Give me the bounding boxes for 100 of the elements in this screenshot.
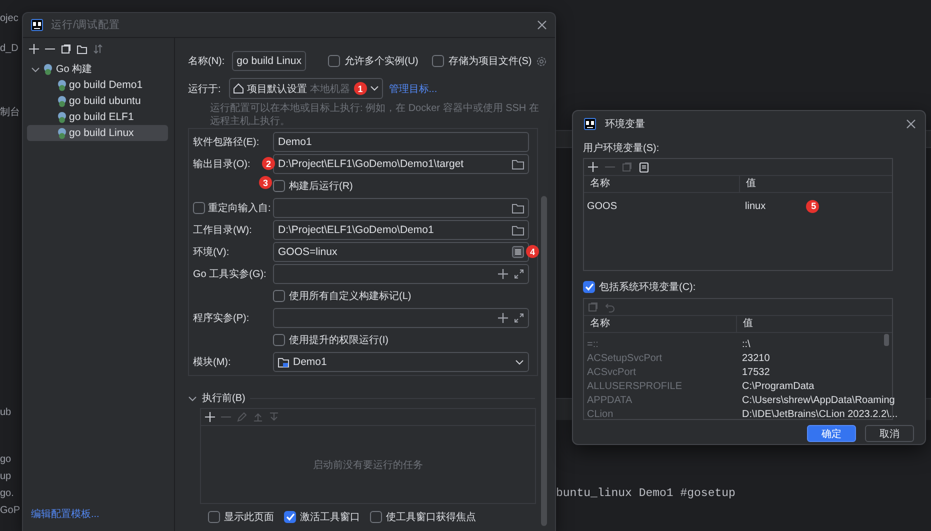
- folder-icon[interactable]: [512, 224, 524, 236]
- manage-targets-link[interactable]: 管理目标...: [388, 82, 438, 96]
- add-icon[interactable]: [498, 313, 508, 323]
- console-line: buntu_linux Demo1 #gosetup: [556, 487, 736, 500]
- text-field[interactable]: Demo1: [273, 132, 529, 152]
- checkbox[interactable]: [273, 180, 285, 192]
- add-icon[interactable]: [29, 44, 39, 54]
- tree-item[interactable]: go build Linux: [27, 125, 168, 141]
- field-label: 环境(V):: [193, 246, 230, 259]
- ok-button[interactable]: 确定: [807, 425, 856, 442]
- table-cell-text: ALLUSERSPROFILE: [586, 380, 684, 392]
- field-value: Demo1: [278, 136, 313, 148]
- close-icon[interactable]: [537, 20, 547, 30]
- chevron-down-icon[interactable]: [188, 394, 197, 402]
- file-name-fragment: go: [0, 453, 12, 467]
- environment-field[interactable]: GOOS=linux: [273, 242, 529, 262]
- checkbox-label: 存储为项目文件(S): [448, 54, 532, 68]
- folder-icon[interactable]: [512, 202, 524, 214]
- checkbox-label: 使用所有自定义构建标记(L): [289, 290, 412, 303]
- config-icon: [57, 95, 67, 107]
- add-icon[interactable]: [205, 412, 215, 422]
- checkbox-label: 包括系统环境变量(C):: [599, 280, 696, 294]
- expand-icon[interactable]: [514, 313, 524, 323]
- column-header[interactable]: 名称: [584, 316, 736, 332]
- checkbox[interactable]: [208, 511, 220, 523]
- add-icon[interactable]: [498, 269, 508, 279]
- config-icon: [57, 111, 67, 123]
- checkbox[interactable]: [273, 290, 285, 302]
- field-label: 程序实参(P):: [193, 312, 250, 325]
- arguments-field[interactable]: [273, 264, 529, 284]
- gear-icon[interactable]: [536, 56, 547, 66]
- empty-message: 启动前没有要运行的任务: [313, 458, 423, 472]
- file-name-fragment: ub: [0, 406, 12, 420]
- table-cell-text: GOOS: [586, 200, 618, 212]
- module-icon: [278, 356, 289, 368]
- tree-item[interactable]: go build ubuntu: [27, 93, 168, 109]
- list-icon[interactable]: [512, 246, 524, 258]
- checkbox[interactable]: [583, 281, 595, 293]
- column-header[interactable]: 名称: [584, 176, 739, 192]
- folder-icon[interactable]: [512, 158, 524, 170]
- section-label: 用户环境变量(S):: [583, 142, 660, 155]
- home-icon: [232, 83, 244, 94]
- step-badge: 4: [526, 245, 539, 258]
- tree-group[interactable]: Go 构建: [27, 61, 168, 77]
- file-name-fragment: GoP: [0, 504, 22, 518]
- caret-icon: [515, 358, 524, 366]
- arguments-field[interactable]: [273, 308, 529, 328]
- checkbox[interactable]: [284, 511, 296, 523]
- file-name-fragment: up: [0, 470, 12, 484]
- edit-templates-link[interactable]: 编辑配置模板...: [27, 507, 168, 521]
- folder-icon[interactable]: [77, 44, 87, 54]
- window-title: 运行/调试配置: [51, 18, 120, 32]
- field-label: Go 工具实参(G):: [193, 268, 266, 281]
- file-name-fragment: 制台: [0, 106, 21, 120]
- config-icon: [43, 63, 53, 75]
- edit-icon[interactable]: [237, 412, 247, 422]
- path-field[interactable]: D:\Project\ELF1\GoDemo\Demo1\target: [273, 154, 529, 174]
- checkbox-label: 重定向输入自:: [208, 202, 271, 215]
- expand-icon[interactable]: [514, 269, 524, 279]
- scrollbar[interactable]: [541, 196, 547, 526]
- dropdown-value: 项目默认设置: [246, 82, 307, 96]
- field-value: D:\Project\ELF1\GoDemo\Demo1\target: [278, 158, 465, 170]
- checkbox[interactable]: [328, 55, 340, 67]
- checkbox[interactable]: [432, 55, 444, 67]
- path-field[interactable]: [273, 198, 529, 218]
- file-name-fragment: d_D: [0, 42, 20, 56]
- table-cell-text: 23210: [741, 352, 770, 364]
- module-dropdown[interactable]: Demo1: [273, 352, 529, 372]
- checkbox[interactable]: [370, 511, 382, 523]
- app-logo-icon: [31, 19, 43, 31]
- checkbox-label: 构建后运行(R): [289, 180, 353, 193]
- table-cell-text: 17532: [741, 366, 770, 378]
- section-title: 执行前(B): [202, 392, 246, 405]
- sort-icon[interactable]: [93, 44, 103, 54]
- move-up-icon[interactable]: [253, 412, 263, 422]
- hint-text: 运行配置可以在本地或目标上执行: 例如，在 Docker 容器中或使用 SSH 在远程主机上执行。: [210, 102, 540, 128]
- checkbox-label: 使用提升的权限运行(I): [289, 334, 388, 347]
- cancel-button[interactable]: 取消: [865, 425, 914, 442]
- undo-icon[interactable]: [605, 302, 615, 312]
- path-field[interactable]: D:\Project\ELF1\GoDemo\Demo1: [273, 220, 529, 240]
- add-icon[interactable]: [588, 162, 598, 172]
- column-header[interactable]: 值: [739, 176, 892, 192]
- table-cell-text: C:\Users\shrew\AppData\Roaming: [741, 394, 895, 406]
- checkbox-label: 允许多个实例(U): [344, 54, 418, 68]
- run-target-dropdown[interactable]: 项目默认设置 本地机器 1: [228, 78, 383, 99]
- move-down-icon[interactable]: [269, 412, 279, 422]
- checkbox[interactable]: [273, 334, 285, 346]
- field-label: 工作目录(W):: [193, 224, 252, 237]
- column-header[interactable]: 值: [736, 316, 892, 332]
- table-cell-text: =::: [586, 338, 600, 350]
- table-cell-text: APPDATA: [586, 394, 634, 406]
- tree-item[interactable]: go build Demo1: [27, 77, 168, 93]
- tree-item[interactable]: go build ELF1: [27, 109, 168, 125]
- paste-icon[interactable]: [639, 162, 649, 172]
- name-field[interactable]: go build Linux: [232, 51, 306, 71]
- table-cell-text: linux: [744, 200, 766, 212]
- close-icon[interactable]: [906, 119, 916, 129]
- checkbox[interactable]: [193, 202, 205, 214]
- table-cell-text: D:\IDE\JetBrains\CLion 2023.2.2\...: [741, 408, 898, 420]
- scrollbar[interactable]: [884, 334, 889, 346]
